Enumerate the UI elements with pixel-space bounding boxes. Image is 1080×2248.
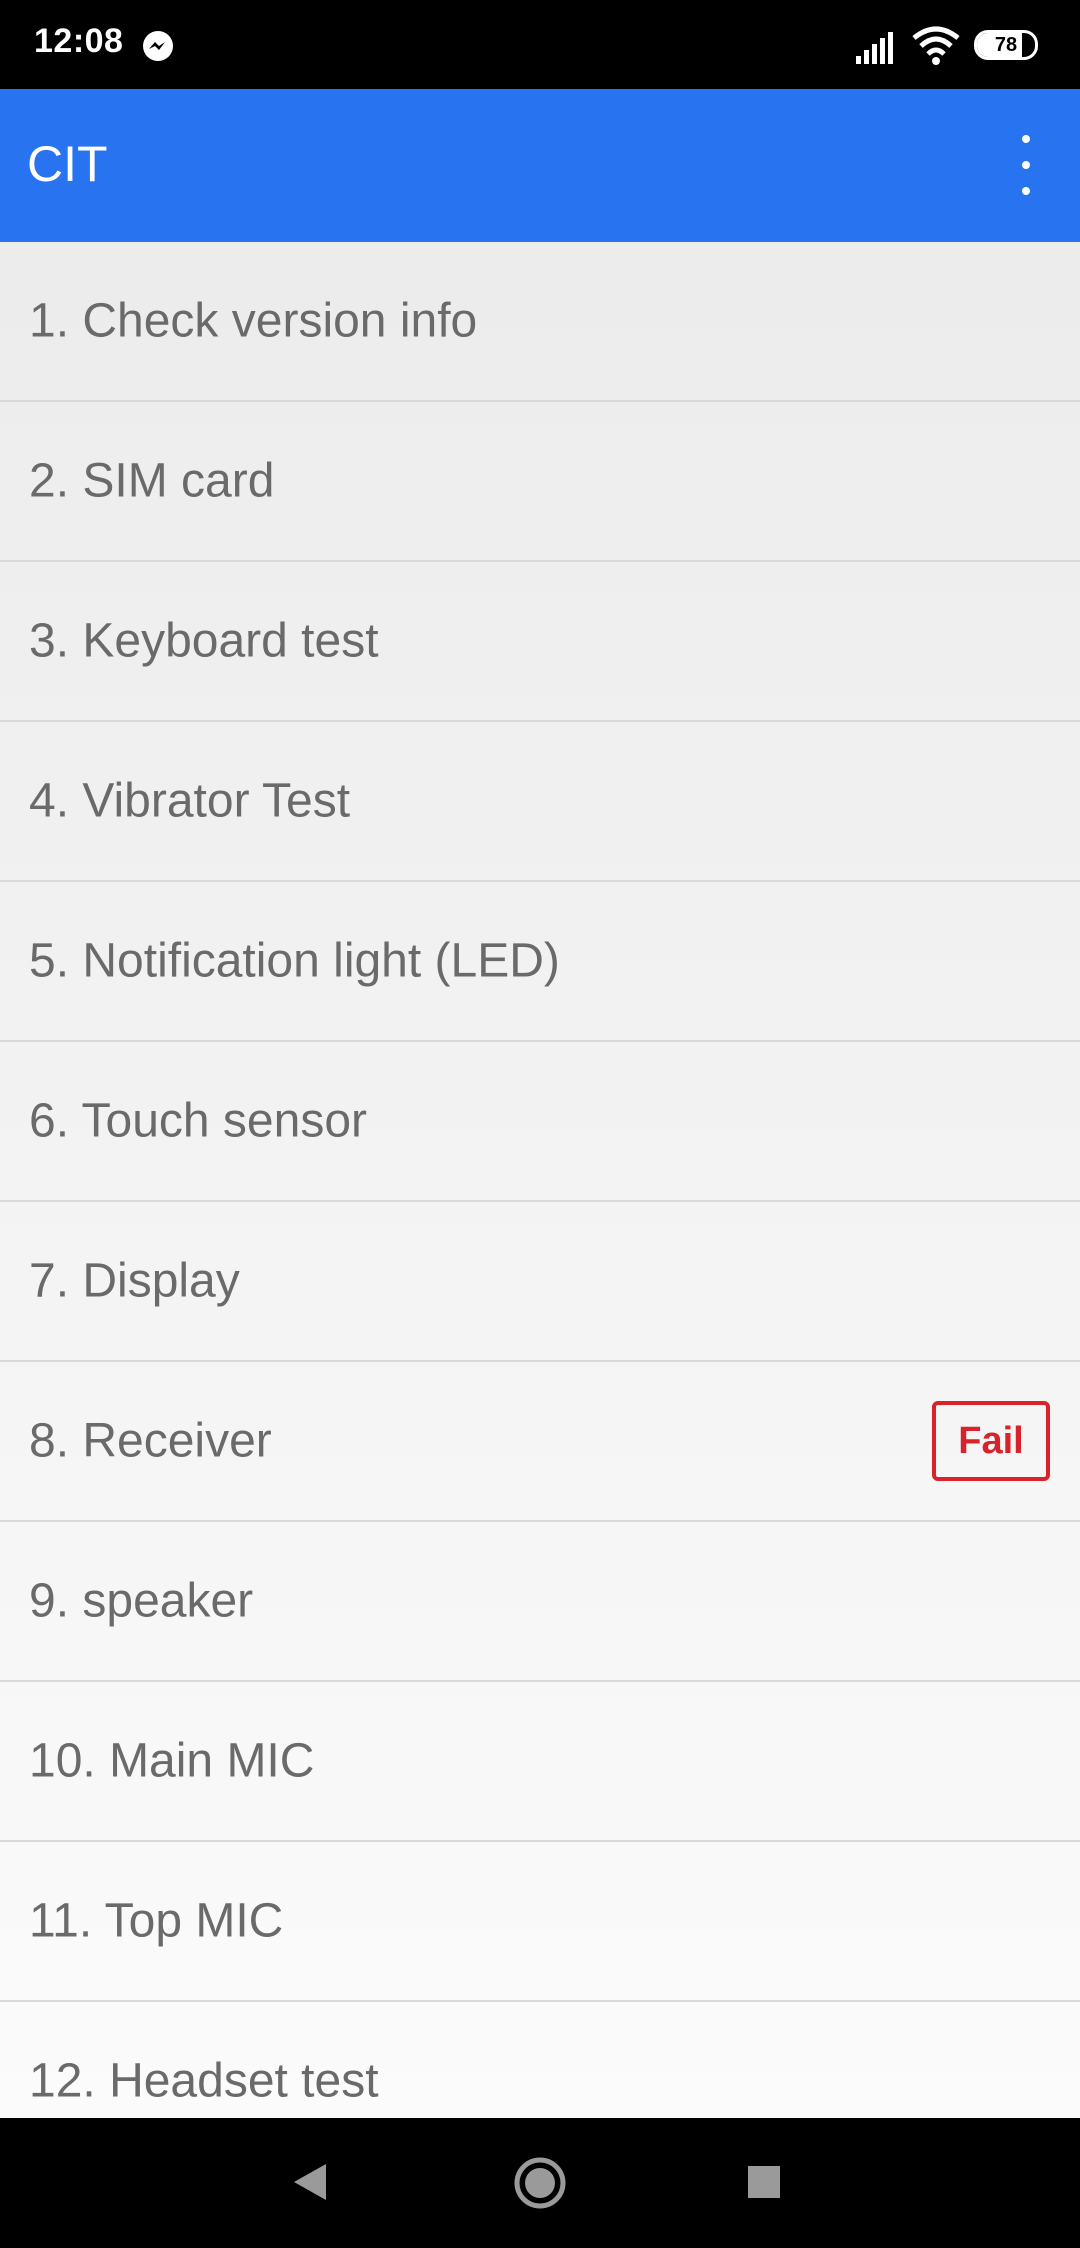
list-item[interactable]: 12. Headset test	[0, 2002, 1080, 2118]
list-item[interactable]: 1. Check version info	[0, 242, 1080, 402]
list-item-label: 7. Display	[29, 1254, 240, 1308]
list-item-label: 11. Top MIC	[29, 1894, 284, 1948]
list-item-label: 12. Headset test	[29, 2054, 379, 2108]
status-bar: 12:08 78	[0, 0, 1080, 89]
signal-icon	[856, 32, 893, 64]
list-item[interactable]: 4. Vibrator Test	[0, 722, 1080, 882]
status-time: 12:08	[34, 22, 124, 60]
status-badge: Fail	[932, 1401, 1050, 1481]
battery-level: 78	[994, 33, 1018, 56]
list-item-label: 8. Receiver	[29, 1414, 272, 1468]
list-item[interactable]: 7. Display	[0, 1202, 1080, 1362]
menu-dot	[1022, 187, 1030, 195]
list-item[interactable]: 5. Notification light (LED)	[0, 882, 1080, 1042]
list-item-label: 1. Check version info	[29, 294, 478, 348]
recents-icon[interactable]	[748, 2166, 780, 2198]
app-bar: CIT	[0, 89, 1080, 242]
test-list: 1. Check version info 2. SIM card 3. Keybo…	[0, 242, 1080, 2118]
list-item-label: 6. Touch sensor	[29, 1094, 367, 1148]
list-item[interactable]: 8. Receiver Fail	[0, 1362, 1080, 1522]
battery-icon: 78	[974, 30, 1038, 60]
messenger-icon	[143, 31, 173, 61]
list-item-label: 4. Vibrator Test	[29, 774, 351, 828]
list-item-label: 3. Keyboard test	[29, 614, 379, 668]
list-item[interactable]: 9. speaker	[0, 1522, 1080, 1682]
list-item[interactable]: 2. SIM card	[0, 402, 1080, 562]
list-item-label: 5. Notification light (LED)	[29, 934, 560, 988]
overflow-menu-icon[interactable]	[1006, 135, 1046, 195]
app-title: CIT	[27, 136, 108, 192]
list-item[interactable]: 3. Keyboard test	[0, 562, 1080, 722]
list-item-label: 9. speaker	[29, 1574, 254, 1628]
list-item[interactable]: 6. Touch sensor	[0, 1042, 1080, 1202]
list-item-label: 10. Main MIC	[29, 1734, 315, 1788]
list-item-label: 2. SIM card	[29, 454, 275, 508]
list-item[interactable]: 10. Main MIC	[0, 1682, 1080, 1842]
back-icon[interactable]	[292, 2162, 328, 2202]
wifi-icon	[912, 26, 960, 65]
menu-dot	[1022, 135, 1030, 143]
list-item[interactable]: 11. Top MIC	[0, 1842, 1080, 2002]
nav-bar	[0, 2118, 1080, 2248]
menu-dot	[1022, 161, 1030, 169]
home-icon[interactable]	[513, 2156, 567, 2210]
